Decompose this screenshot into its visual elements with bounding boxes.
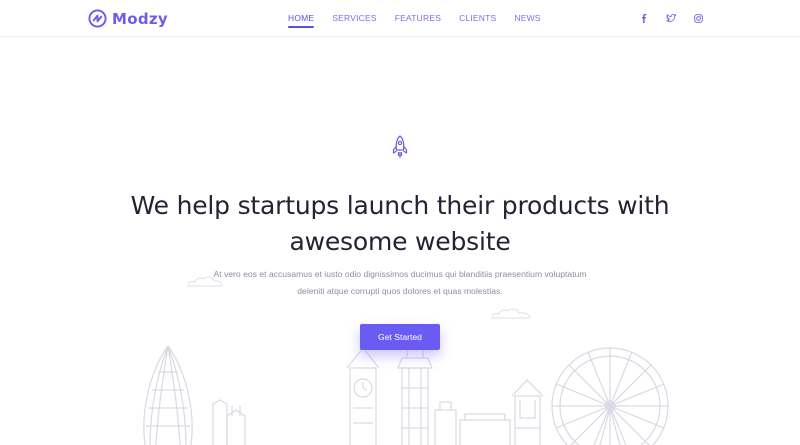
- hero-section: We help startups launch their products w…: [0, 38, 800, 445]
- hero-description-line-1: At vero eos et accusamus et iusto odio d…: [213, 269, 587, 279]
- nav-clients[interactable]: CLIENTS: [459, 13, 496, 28]
- logo-mark-icon: [88, 9, 107, 28]
- nav-home[interactable]: HOME: [288, 13, 315, 28]
- nav-features[interactable]: FEATURES: [395, 13, 441, 28]
- instagram-link[interactable]: [692, 12, 704, 24]
- city-skyline-illustration: [143, 338, 669, 445]
- navbar: Modzy HOME SERVICES FEATURES CLIENTS NEW…: [0, 0, 800, 37]
- twitter-link[interactable]: [665, 12, 677, 24]
- brand-name: Modzy: [112, 9, 168, 28]
- hero-description-line-2: deleniti atque corrupti quos dolores et …: [297, 286, 503, 296]
- cloud-illustration-right: [491, 308, 531, 319]
- instagram-icon: [693, 13, 703, 23]
- facebook-icon: [641, 13, 647, 23]
- nav-services[interactable]: SERVICES: [332, 13, 376, 28]
- twitter-icon: [666, 13, 676, 22]
- get-started-button[interactable]: Get Started: [360, 324, 440, 350]
- logo[interactable]: Modzy: [88, 9, 168, 28]
- hero-headline: We help startups launch their products w…: [130, 191, 670, 256]
- hero-description: At vero eos et accusamus et iusto odio d…: [180, 266, 620, 300]
- rocket-icon: [392, 135, 408, 158]
- main-menu: HOME SERVICES FEATURES CLIENTS NEWS: [288, 13, 559, 28]
- facebook-link[interactable]: [638, 12, 650, 24]
- nav-news[interactable]: NEWS: [514, 13, 540, 28]
